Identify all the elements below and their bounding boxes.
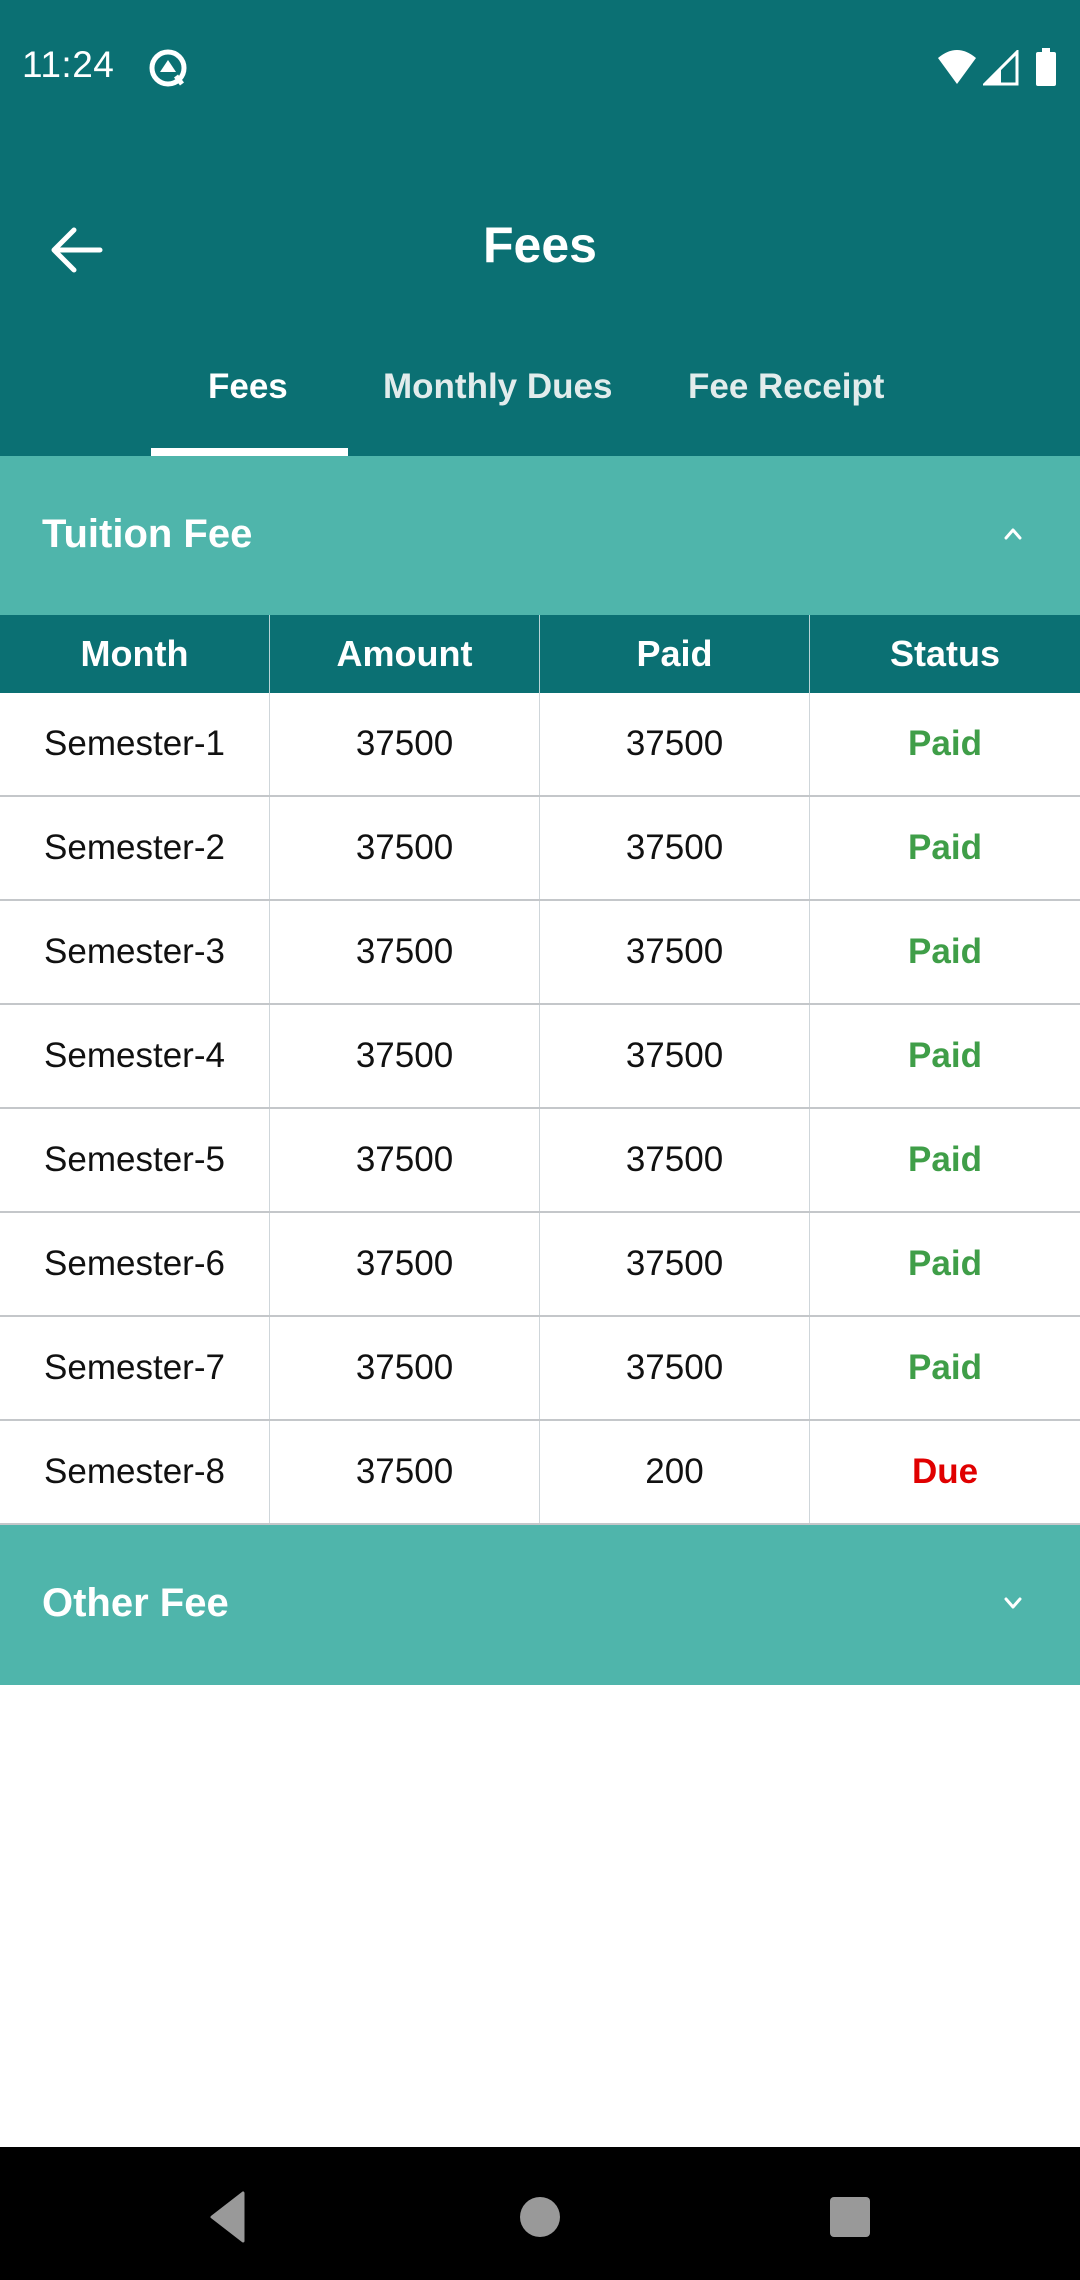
cell-month: Semester-7 bbox=[0, 1317, 270, 1419]
cell-amount: 37500 bbox=[270, 1421, 540, 1523]
cell-amount: 37500 bbox=[270, 901, 540, 1003]
cell-paid: 37500 bbox=[540, 1213, 810, 1315]
cell-status: Paid bbox=[908, 1140, 982, 1179]
cell-month: Semester-1 bbox=[0, 693, 270, 795]
chevron-down-icon bbox=[1004, 1597, 1022, 1609]
cell-paid: 37500 bbox=[540, 1317, 810, 1419]
nav-back-button[interactable] bbox=[200, 2187, 260, 2247]
cell-amount: 37500 bbox=[270, 1213, 540, 1315]
cell-month: Semester-4 bbox=[0, 1005, 270, 1107]
cell-status: Paid bbox=[908, 1348, 982, 1387]
cell-status: Due bbox=[911, 1452, 979, 1491]
other-fee-section-header[interactable]: Other Fee bbox=[0, 1525, 1080, 1685]
column-header-paid: Paid bbox=[540, 615, 810, 693]
cell-month: Semester-2 bbox=[0, 797, 270, 899]
cell-amount: 37500 bbox=[270, 1317, 540, 1419]
data-saver-icon bbox=[149, 49, 187, 87]
nav-home-button[interactable] bbox=[510, 2187, 570, 2247]
table-row: Semester-8 37500 200 Due bbox=[0, 1421, 1080, 1525]
cell-paid: 37500 bbox=[540, 797, 810, 899]
table-row: Semester-1 37500 37500 Paid bbox=[0, 693, 1080, 797]
wifi-icon bbox=[938, 50, 976, 84]
tab-fees[interactable]: Fees bbox=[208, 367, 288, 407]
table-row: Semester-6 37500 37500 Paid bbox=[0, 1213, 1080, 1317]
fee-table-body: Semester-1 37500 37500 Paid Semester-2 37500 3… bbox=[0, 693, 1080, 1525]
status-time: 11:24 bbox=[22, 44, 115, 85]
tab-fee-receipt[interactable]: Fee Receipt bbox=[688, 367, 884, 407]
cell-amount: 37500 bbox=[270, 693, 540, 795]
cellular-signal-icon bbox=[983, 50, 1019, 86]
cell-month: Semester-6 bbox=[0, 1213, 270, 1315]
cell-paid: 37500 bbox=[540, 693, 810, 795]
tab-bar: Fees Monthly Dues Fee Receipt bbox=[0, 345, 1080, 456]
active-tab-indicator bbox=[151, 448, 348, 456]
page-title: Fees bbox=[483, 217, 597, 273]
cell-amount: 37500 bbox=[270, 1109, 540, 1211]
cell-month: Semester-5 bbox=[0, 1109, 270, 1211]
section-title: Other Fee bbox=[42, 1581, 229, 1625]
cell-paid: 37500 bbox=[540, 1109, 810, 1211]
nav-recents-button[interactable] bbox=[820, 2187, 880, 2247]
column-header-status: Status bbox=[889, 633, 1001, 674]
cell-status: Paid bbox=[908, 1244, 982, 1283]
column-header-amount: Amount bbox=[270, 615, 540, 693]
cell-amount: 37500 bbox=[270, 1005, 540, 1107]
table-row: Semester-2 37500 37500 Paid bbox=[0, 797, 1080, 901]
status-bar: 11:24 bbox=[0, 0, 1080, 135]
cell-paid: 200 bbox=[540, 1421, 810, 1523]
tuition-fee-section-header[interactable]: Tuition Fee bbox=[0, 456, 1080, 615]
chevron-up-icon bbox=[1004, 528, 1022, 540]
table-row: Semester-4 37500 37500 Paid bbox=[0, 1005, 1080, 1109]
app-bar: 11:24 Fees Fees Monthly Dues Fee Receipt bbox=[0, 0, 1080, 456]
battery-icon bbox=[1036, 48, 1056, 86]
cell-status: Paid bbox=[908, 1036, 982, 1075]
cell-paid: 37500 bbox=[540, 1005, 810, 1107]
cell-status: Paid bbox=[908, 828, 982, 867]
column-header-month: Month bbox=[0, 615, 270, 693]
table-row: Semester-3 37500 37500 Paid bbox=[0, 901, 1080, 1005]
cell-status: Paid bbox=[908, 724, 982, 763]
system-navigation-bar bbox=[0, 2147, 1080, 2280]
section-title: Tuition Fee bbox=[42, 512, 253, 556]
table-row: Semester-5 37500 37500 Paid bbox=[0, 1109, 1080, 1213]
table-row: Semester-7 37500 37500 Paid bbox=[0, 1317, 1080, 1421]
cell-amount: 37500 bbox=[270, 797, 540, 899]
cell-status: Paid bbox=[908, 932, 982, 971]
cell-paid: 37500 bbox=[540, 901, 810, 1003]
cell-month: Semester-3 bbox=[0, 901, 270, 1003]
cell-month: Semester-8 bbox=[0, 1421, 270, 1523]
table-header: Month Amount Paid Status bbox=[0, 615, 1080, 693]
tab-monthly-dues[interactable]: Monthly Dues bbox=[383, 367, 612, 407]
